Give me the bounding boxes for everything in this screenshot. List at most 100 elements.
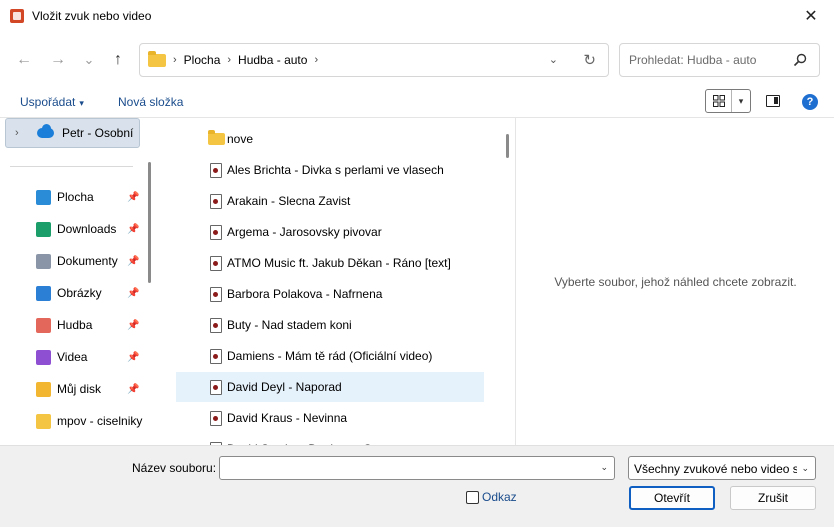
pin-icon[interactable]: 📌	[127, 256, 139, 267]
command-bar: Uspořádat ▾ Nová složka ▾ ?	[0, 86, 834, 118]
file-name: Arakain - Slecna Zavist	[227, 194, 351, 208]
chevron-down-icon[interactable]: ⌄	[801, 463, 809, 474]
media-file-icon	[210, 317, 222, 333]
sidebar-item-label: Hudba	[57, 318, 93, 332]
sidebar-item[interactable]: Plocha 📌	[0, 183, 143, 211]
link-checkbox[interactable]	[466, 491, 479, 504]
help-icon[interactable]: ?	[802, 94, 818, 110]
sidebar-item-label: Downloads	[57, 222, 117, 236]
file-name: David Kraus - Nevinna	[227, 411, 348, 425]
navigation-pane: › Petr - Osobní Plocha 📌 Downloads 📌 Dokumen…	[0, 118, 143, 445]
close-button[interactable]: ✕	[788, 0, 834, 32]
organize-menu-button[interactable]: Uspořádat ▾	[20, 95, 84, 109]
search-icon[interactable]	[793, 53, 807, 67]
search-box[interactable]: Prohledat: Hudba - auto	[619, 43, 820, 77]
pictures-icon	[36, 285, 51, 301]
sidebar-item[interactable]: Videa 📌	[0, 343, 143, 371]
navigation-bar: ← → ⌄ ↑ › Plocha › Hudba - auto › ⌄ ↻ Pr…	[0, 32, 834, 86]
refresh-icon[interactable]: ↻	[583, 51, 596, 69]
breadcrumb-hudba-auto[interactable]: Hudba - auto	[238, 53, 307, 67]
recent-locations-button[interactable]: ⌄	[77, 48, 101, 72]
grid-view-icon[interactable]	[706, 90, 732, 112]
filename-input[interactable]: ⌄	[219, 456, 615, 480]
preview-pane-icon[interactable]	[766, 95, 780, 107]
up-button[interactable]: ↑	[106, 48, 130, 72]
media-file-icon	[210, 193, 222, 209]
powerpoint-icon	[10, 9, 24, 23]
file-row[interactable]: David Stypka - Dopis pro Ostravu	[176, 434, 484, 445]
file-row[interactable]: David Kraus - Nevinna	[176, 403, 484, 433]
file-row[interactable]: Buty - Nad stadem koni	[176, 310, 484, 340]
media-file-icon	[210, 379, 222, 395]
file-row[interactable]: Barbora Polakova - Nafrnena	[176, 279, 484, 309]
pin-icon[interactable]: 📌	[127, 224, 139, 235]
sidebar-item[interactable]: Můj disk 📌	[0, 375, 143, 403]
file-row[interactable]: Argema - Jarosovsky pivovar	[176, 217, 484, 247]
documents-icon	[36, 253, 51, 269]
media-file-icon	[210, 255, 222, 271]
file-name: nove	[227, 132, 254, 146]
sidebar-item[interactable]: Obrázky 📌	[0, 279, 143, 307]
sidebar-item[interactable]: mpov - ciselniky	[0, 407, 143, 435]
preview-message: Vyberte soubor, jehož náhled chcete zobr…	[554, 275, 797, 289]
desktop-icon	[36, 189, 51, 205]
folder-icon	[36, 413, 51, 429]
breadcrumb-chevron-icon[interactable]: ›	[227, 54, 231, 66]
window-title: Vložit zvuk nebo video	[32, 9, 152, 23]
pin-icon[interactable]: 📌	[127, 384, 139, 395]
sidebar-item-onedrive[interactable]: › Petr - Osobní	[5, 118, 140, 148]
file-row[interactable]: Ales Brichta - Divka s perlami ve vlasec…	[176, 155, 484, 185]
sidebar-item[interactable]: Dokumenty 📌	[0, 247, 143, 275]
videos-icon	[36, 349, 51, 365]
download-icon	[36, 221, 51, 237]
file-list: nove Ales Brichta - Divka s perlami ve vl…	[157, 118, 502, 445]
file-name: Ales Brichta - Divka s perlami ve vlasec…	[227, 163, 444, 177]
file-name: Barbora Polakova - Nafrnena	[227, 287, 383, 301]
breadcrumb-chevron-icon[interactable]: ›	[173, 54, 177, 66]
onedrive-cloud-icon	[37, 124, 54, 138]
dialog-footer: Název souboru: ⌄ Všechny zvukové nebo vi…	[0, 445, 834, 527]
sidebar-item-label: Plocha	[57, 190, 94, 204]
pin-icon[interactable]: 📌	[127, 320, 139, 331]
chevron-down-icon[interactable]: ⌄	[600, 462, 608, 473]
link-checkbox-label[interactable]: Odkaz	[482, 490, 517, 504]
pin-icon[interactable]: 📌	[127, 352, 139, 363]
media-file-icon	[210, 162, 222, 178]
address-dropdown-icon[interactable]: ⌄	[549, 53, 558, 66]
file-row[interactable]: ATMO Music ft. Jakub Děkan - Ráno [text]	[176, 248, 484, 278]
sidebar-item-label: Videa	[57, 350, 88, 364]
file-list-scrollbar[interactable]	[506, 134, 509, 158]
chevron-right-icon[interactable]: ›	[15, 127, 27, 139]
sidebar-item[interactable]: Hudba 📌	[0, 311, 143, 339]
pin-icon[interactable]: 📌	[127, 288, 139, 299]
sidebar-scrollbar[interactable]	[148, 162, 151, 283]
file-type-select[interactable]: Všechny zvukové nebo video soubory ⌄	[628, 456, 816, 480]
pin-icon[interactable]: 📌	[127, 192, 139, 203]
back-button[interactable]: ←	[12, 48, 36, 72]
view-options[interactable]: ▾	[705, 89, 751, 113]
chevron-down-icon: ▾	[79, 98, 84, 108]
preview-pane: Vyberte soubor, jehož náhled chcete zobr…	[515, 118, 834, 445]
file-name: Argema - Jarosovsky pivovar	[227, 225, 382, 239]
title-bar: Vložit zvuk nebo video ✕	[0, 0, 834, 32]
chevron-down-icon[interactable]: ▾	[732, 90, 750, 112]
cancel-button[interactable]: Zrušit	[730, 486, 816, 510]
breadcrumb-plocha[interactable]: Plocha	[184, 53, 221, 67]
file-row[interactable]: Damiens - Mám tě rád (Oficiální video)	[176, 341, 484, 371]
address-bar[interactable]: › Plocha › Hudba - auto › ⌄ ↻	[139, 43, 609, 77]
sidebar-item[interactable]: Downloads 📌	[0, 215, 143, 243]
sidebar-item-label: Dokumenty	[57, 254, 118, 268]
search-input[interactable]: Prohledat: Hudba - auto	[629, 53, 756, 67]
open-button[interactable]: Otevřít	[629, 486, 715, 510]
forward-button[interactable]: →	[46, 48, 70, 72]
file-type-value: Všechny zvukové nebo video soubory	[634, 462, 797, 476]
media-file-icon	[210, 286, 222, 302]
folder-row[interactable]: nove	[176, 124, 484, 154]
file-row[interactable]: Arakain - Slecna Zavist	[176, 186, 484, 216]
breadcrumb-chevron-icon[interactable]: ›	[314, 54, 318, 66]
folder-icon	[208, 130, 225, 145]
google-drive-icon	[36, 381, 51, 397]
file-row[interactable]: David Deyl - Naporad	[176, 372, 484, 402]
media-file-icon	[210, 348, 222, 364]
new-folder-button[interactable]: Nová složka	[118, 95, 183, 109]
